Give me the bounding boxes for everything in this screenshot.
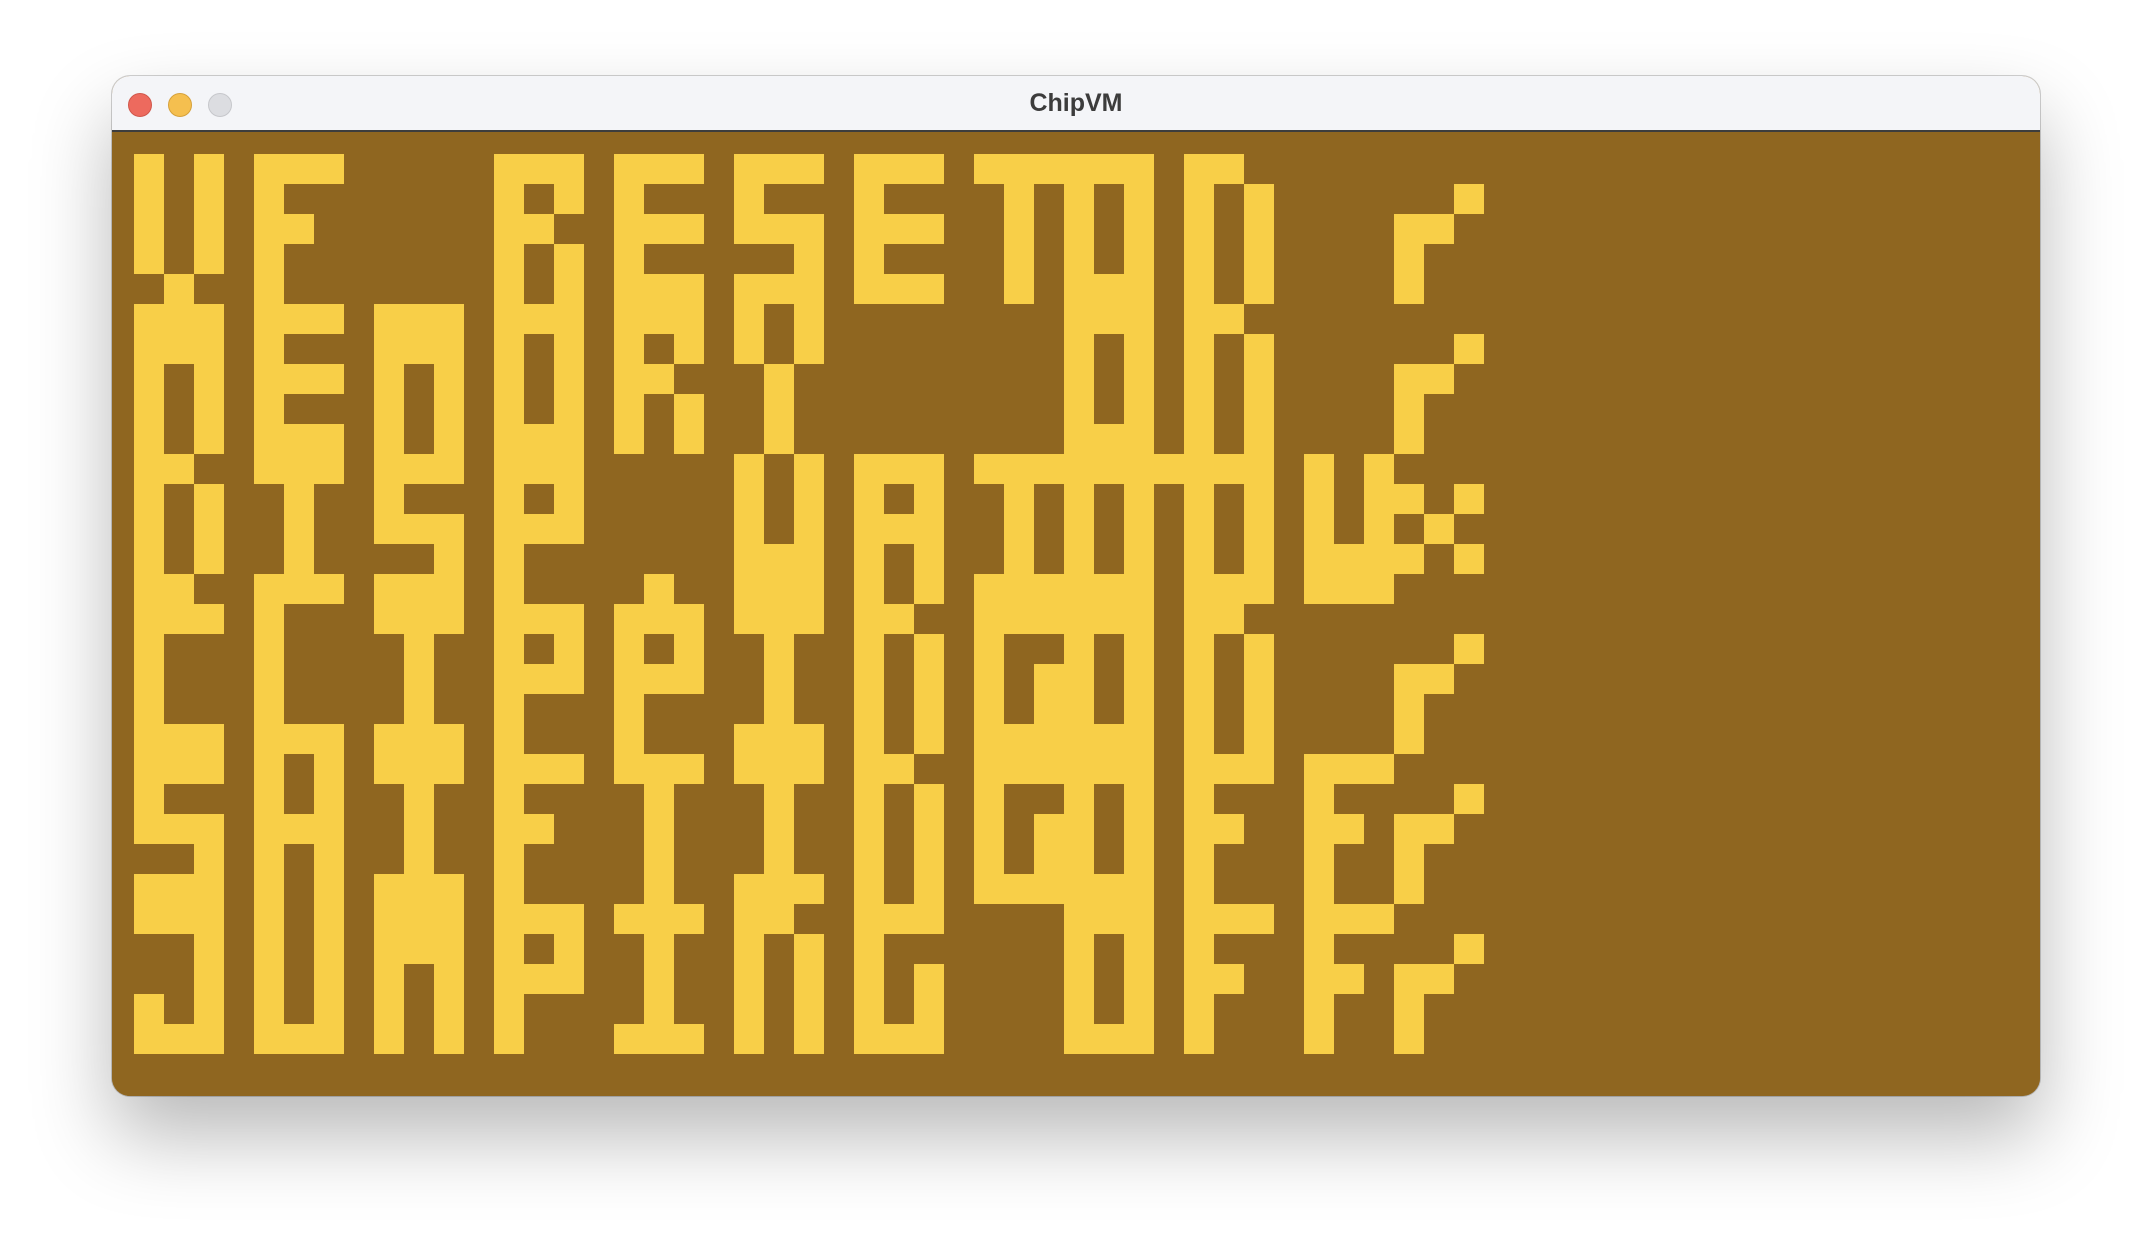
quirk-row: [134, 454, 1484, 604]
cross-icon: [1394, 484, 1484, 574]
quirk-state: [1064, 754, 1394, 904]
window-title: ChipVM: [1029, 89, 1123, 117]
check-icon: [1394, 934, 1484, 1054]
quirk-label: [134, 754, 1064, 904]
quirk-label: [134, 154, 1064, 304]
title-bar: ChipVM: [112, 76, 2040, 132]
quirk-row: [134, 304, 1484, 454]
quirk-row: [134, 604, 1484, 754]
quirk-label: [134, 904, 944, 1054]
quirk-row: [134, 154, 1484, 304]
quirk-state: [1064, 304, 1274, 454]
quirk-label: [134, 604, 1064, 754]
app-window: ChipVM VF RESETONMEMORYONDISP.WAITLOWCLI…: [112, 76, 2040, 1096]
check-icon: [1394, 184, 1484, 304]
quirk-state: [1064, 904, 1394, 1054]
quirk-state: [1064, 154, 1274, 304]
quirk-label: [134, 454, 1184, 604]
pixel-display: [134, 154, 1484, 1054]
emulator-display: VF RESETONMEMORYONDISP.WAITLOWCLIPPINGON…: [112, 132, 2040, 1096]
quirk-label: [134, 304, 824, 454]
quirk-row: [134, 904, 1484, 1054]
quirk-row: [134, 754, 1484, 904]
quirk-state: [1064, 604, 1274, 754]
check-icon: [1394, 334, 1484, 454]
check-icon: [1394, 784, 1484, 904]
check-icon: [1394, 634, 1484, 754]
